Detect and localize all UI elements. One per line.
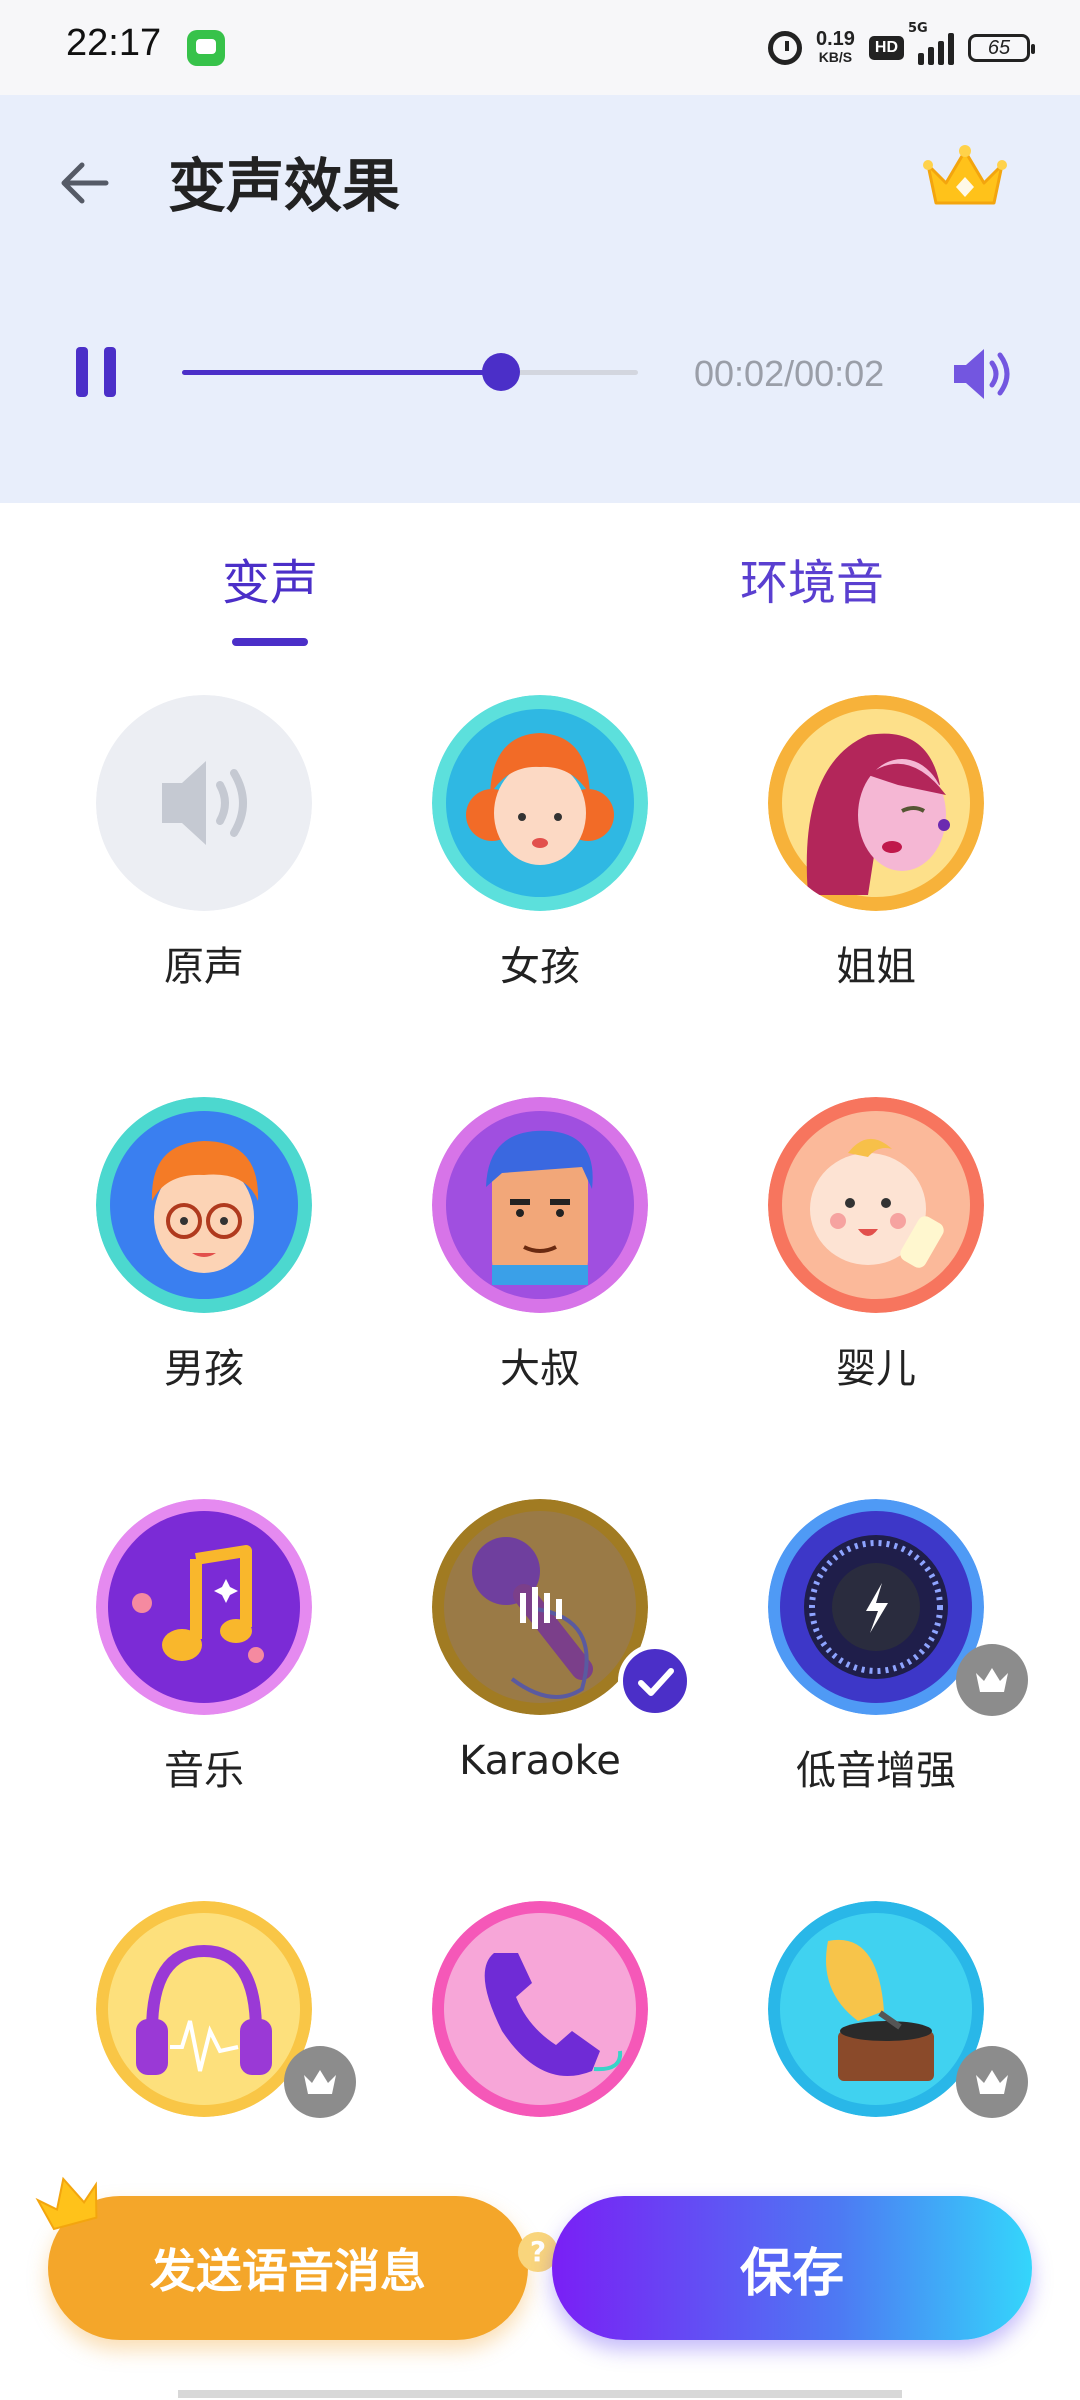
effect-label: 女孩 — [500, 944, 580, 990]
progress-slider[interactable] — [182, 353, 638, 391]
page-title: 变声效果 — [168, 152, 401, 220]
bottom-action-bar: 发送语音消息 ? 保存 — [0, 2176, 1080, 2400]
header: 变声效果 00:02/00:02 — [0, 95, 1080, 503]
effect-girl[interactable]: 女孩 — [372, 690, 708, 1090]
tab-voice-change[interactable]: 变声 — [222, 543, 318, 613]
effect-label: Karaoke — [459, 1738, 621, 1784]
effect-label: 音乐 — [164, 1748, 244, 1794]
vip-badge-icon — [956, 1644, 1028, 1716]
gramophone-icon — [768, 1901, 984, 2117]
sister-avatar — [768, 695, 984, 911]
music-note-icon — [96, 1499, 312, 1715]
network-type: 5G — [908, 21, 928, 36]
network-speed: 0.19 KB/S — [815, 28, 855, 66]
status-time: 22:17 — [66, 22, 162, 64]
audio-player: 00:02/00:02 — [0, 323, 1080, 423]
progress-fill — [182, 370, 502, 375]
telephone-icon — [432, 1901, 648, 2117]
effect-label: 大叔 — [500, 1346, 580, 1392]
effect-boy[interactable]: 男孩 — [36, 1092, 372, 1492]
effect-baby[interactable]: 婴儿 — [708, 1092, 1044, 1492]
selected-check-icon — [618, 1644, 692, 1718]
vip-badge-icon — [956, 2046, 1028, 2118]
back-arrow-icon[interactable] — [56, 155, 112, 211]
vip-crown-icon[interactable] — [920, 143, 1010, 213]
network-speed-unit: KB/S — [818, 49, 853, 65]
playback-time: 00:02/00:02 — [694, 353, 885, 394]
effect-label: 姐姐 — [836, 944, 916, 990]
signal-icon: 5G — [908, 21, 954, 65]
effect-label: 原声 — [164, 944, 244, 990]
status-icons: 0.19 KB/S HD 5G 65 — [767, 21, 1035, 72]
network-speed-value: 0.19 — [815, 28, 855, 50]
battery-level: 65 — [987, 36, 1011, 59]
speaker-icon — [96, 695, 312, 911]
baby-avatar — [768, 1097, 984, 1313]
effect-bass-boost[interactable]: 低音增强 — [708, 1494, 1044, 1894]
messages-app-icon — [187, 30, 225, 66]
uncle-avatar — [432, 1097, 648, 1313]
headphones-icon — [96, 1901, 312, 2117]
effect-music[interactable]: 音乐 — [36, 1494, 372, 1894]
effect-karaoke[interactable]: Karaoke — [372, 1494, 708, 1894]
volume-icon[interactable] — [950, 345, 1016, 403]
effect-original[interactable]: 原声 — [36, 690, 372, 1090]
home-indicator — [178, 2390, 902, 2398]
effect-uncle[interactable]: 大叔 — [372, 1092, 708, 1492]
progress-knob[interactable] — [482, 353, 521, 391]
tab-indicator — [232, 638, 308, 646]
pause-icon[interactable] — [74, 347, 118, 397]
bass-knob-icon — [768, 1499, 984, 1715]
send-voice-message-button[interactable]: 发送语音消息 ? — [48, 2196, 558, 2340]
save-button[interactable]: 保存 — [552, 2196, 1032, 2340]
effect-tabs: 变声 环境音 — [0, 503, 1080, 653]
hd-badge: HD — [868, 36, 904, 60]
tab-ambient-sound[interactable]: 环境音 — [740, 543, 884, 613]
effect-label: 婴儿 — [836, 1346, 916, 1392]
boy-avatar — [96, 1097, 312, 1313]
send-voice-message-label: 发送语音消息 — [150, 2244, 426, 2298]
alarm-icon — [767, 31, 802, 65]
vip-badge-icon — [284, 2046, 356, 2118]
girl-avatar — [432, 695, 648, 911]
battery-icon: 65 — [968, 34, 1035, 62]
effect-sister[interactable]: 姐姐 — [708, 690, 1044, 1090]
status-bar: 22:17 0.19 KB/S HD 5G 65 — [0, 0, 1080, 95]
microphone-icon — [432, 1499, 648, 1715]
vip-crown-icon — [35, 2176, 98, 2231]
effect-label: 低音增强 — [796, 1748, 956, 1794]
effect-label: 男孩 — [164, 1346, 244, 1392]
